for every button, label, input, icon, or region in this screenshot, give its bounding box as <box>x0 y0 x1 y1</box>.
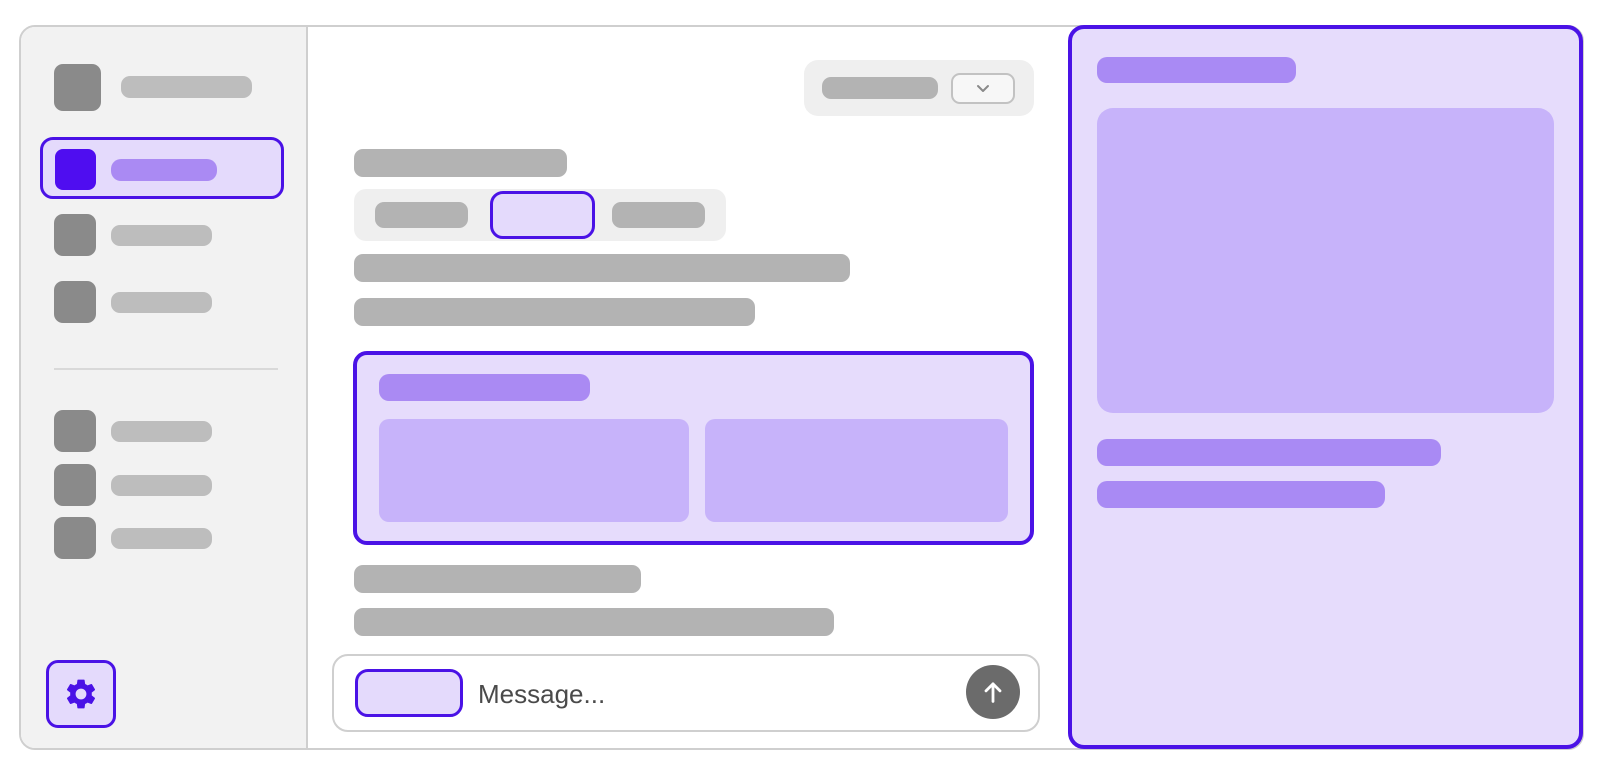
panel-media[interactable] <box>1097 108 1554 413</box>
tab-1[interactable] <box>375 202 468 228</box>
arrow-up-icon <box>984 682 1002 703</box>
page-title-placeholder <box>354 149 567 177</box>
sidebar-item-active[interactable] <box>40 137 284 199</box>
text-line-placeholder <box>354 565 641 593</box>
detail-panel <box>1068 25 1583 749</box>
app-logo-icon <box>54 64 101 111</box>
gear-icon <box>66 679 96 709</box>
nav-item-icon <box>55 149 96 190</box>
chevron-down-icon <box>977 84 989 92</box>
sidebar-item-2[interactable] <box>48 212 280 258</box>
app-title-placeholder <box>121 76 252 98</box>
nav-item-label-placeholder <box>111 528 212 549</box>
toolbar-dropdown[interactable] <box>951 73 1015 104</box>
sidebar-divider <box>54 368 278 370</box>
nav-item-label-placeholder <box>111 475 212 496</box>
card-block[interactable] <box>379 419 689 522</box>
nav-item-icon <box>54 464 96 506</box>
text-line-placeholder <box>354 298 755 326</box>
sidebar <box>21 27 308 748</box>
panel-title-placeholder <box>1097 57 1296 83</box>
nav-item-label-placeholder <box>111 421 212 442</box>
tab-3[interactable] <box>612 202 705 228</box>
sidebar-item-5[interactable] <box>48 462 280 508</box>
nav-item-icon <box>54 517 96 559</box>
attachment-chip[interactable] <box>355 669 463 717</box>
panel-text-line-placeholder <box>1097 439 1441 466</box>
panel-text-line-placeholder <box>1097 481 1385 508</box>
sidebar-item-4[interactable] <box>48 408 280 454</box>
message-input[interactable] <box>478 672 938 716</box>
text-line-placeholder <box>354 254 850 282</box>
sidebar-header[interactable] <box>48 62 280 114</box>
nav-item-label-placeholder <box>111 292 212 313</box>
card-block[interactable] <box>705 419 1008 522</box>
nav-item-label-placeholder <box>111 159 217 181</box>
nav-item-icon <box>54 410 96 452</box>
sidebar-item-6[interactable] <box>48 515 280 561</box>
text-line-placeholder <box>354 608 834 636</box>
card-title-placeholder <box>379 374 590 401</box>
sidebar-item-3[interactable] <box>48 279 280 325</box>
send-button[interactable] <box>966 665 1020 719</box>
nav-item-label-placeholder <box>111 225 212 246</box>
nav-item-icon <box>54 281 96 323</box>
highlighted-card[interactable] <box>353 351 1034 545</box>
toolbar-label-placeholder <box>822 77 938 99</box>
tab-2-active[interactable] <box>490 191 595 239</box>
nav-item-icon <box>54 214 96 256</box>
settings-button[interactable] <box>46 660 116 728</box>
